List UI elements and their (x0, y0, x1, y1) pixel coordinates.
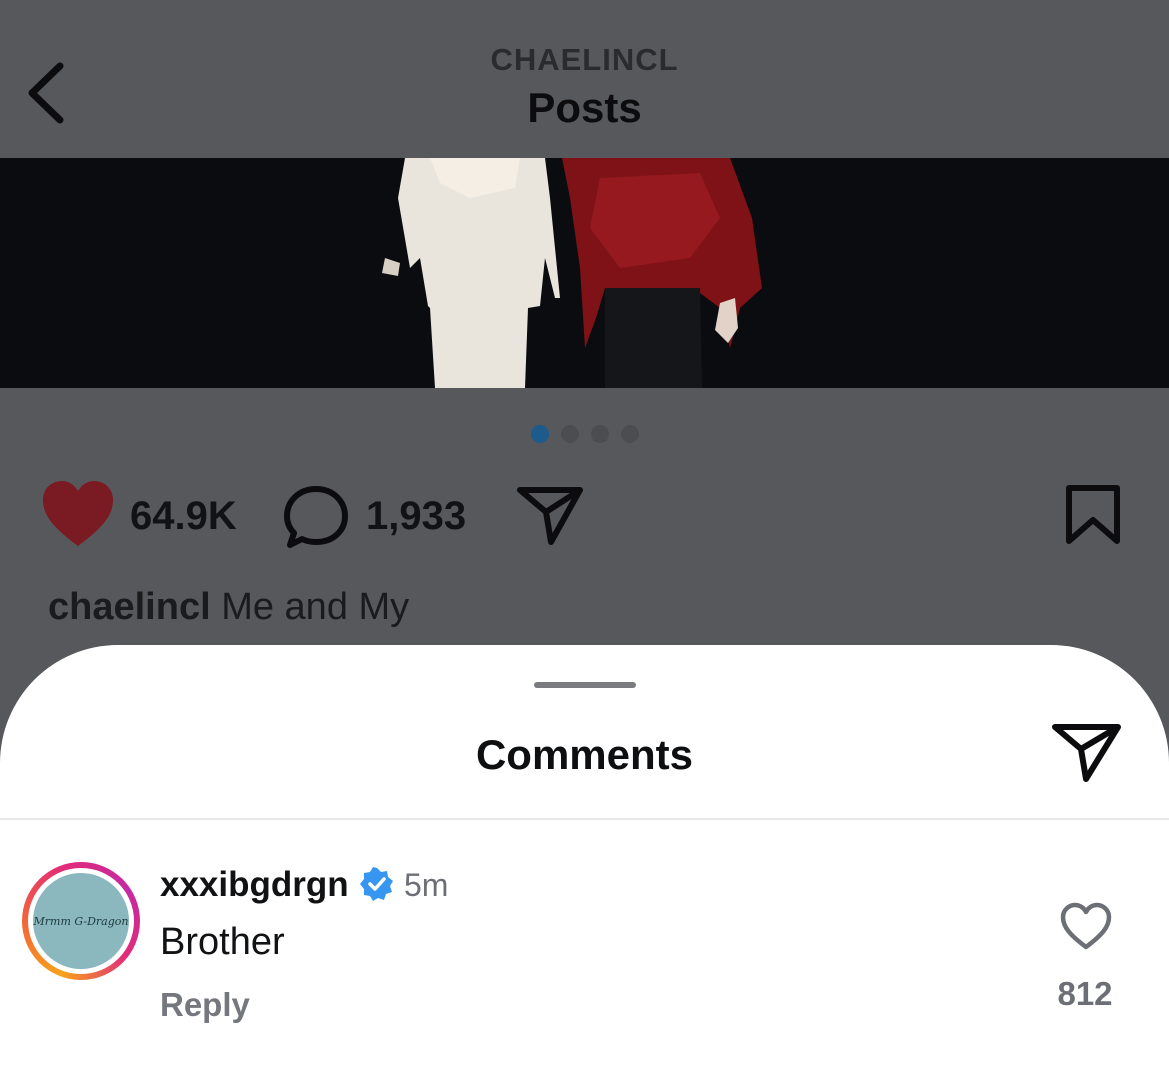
comment-button[interactable] (282, 484, 350, 555)
avatar: Mrmm G-Dragon (33, 873, 129, 969)
carousel-dot[interactable] (621, 425, 639, 443)
post-image[interactable] (0, 158, 1169, 388)
comments-title: Comments (475, 731, 694, 778)
comments-sheet: Comments Mrmm G-Dragon xxxibgdrgn 5m Bro… (0, 645, 1169, 1068)
avatar-logo: Mrmm G-Dragon (33, 915, 128, 928)
comment-like-button[interactable] (1059, 902, 1113, 952)
header: CHAELINCL Posts (0, 0, 1169, 158)
send-icon (517, 487, 583, 545)
comment-username[interactable]: xxxibgdrgn (160, 865, 349, 905)
verified-badge-icon (360, 867, 393, 901)
comment-like-count: 812 (1057, 975, 1113, 1012)
sheet-drag-handle[interactable] (534, 682, 636, 688)
heart-outline-icon (1060, 902, 1112, 950)
bookmark-icon (1066, 485, 1120, 544)
avatar-story-ring[interactable]: Mrmm G-Dragon (22, 862, 140, 980)
heart-filled-icon (43, 481, 113, 546)
share-button[interactable] (516, 484, 586, 553)
reply-button[interactable]: Reply (160, 986, 250, 1024)
post-actions: 64.9K 1,933 (0, 478, 1169, 558)
carousel-dots (531, 425, 639, 443)
caption-username[interactable]: chaelincl (48, 586, 211, 628)
carousel-dot[interactable] (561, 425, 579, 443)
post-caption: chaelincl Me and My (48, 586, 409, 629)
header-username: CHAELINCL (490, 42, 679, 77)
avatar-ring-gap: Mrmm G-Dragon (28, 868, 134, 974)
carousel-dot-active[interactable] (531, 425, 549, 443)
divider (0, 818, 1169, 820)
carousel-dot[interactable] (591, 425, 609, 443)
like-button[interactable] (40, 478, 116, 555)
save-button[interactable] (1064, 484, 1122, 551)
page-title: Posts (527, 84, 642, 131)
post-photo (382, 158, 762, 388)
caption-text: Me and My (221, 586, 410, 628)
comment-item: Mrmm G-Dragon xxxibgdrgn 5m Brother Repl… (0, 845, 1169, 1045)
share-comments-button[interactable] (1050, 721, 1124, 785)
avatar-logo-text: Mrmm G-Dragon (33, 915, 128, 928)
send-icon (1052, 724, 1121, 782)
comment-timestamp: 5m (404, 867, 449, 903)
comment-bubble-icon (284, 486, 348, 548)
comment-text: Brother (160, 921, 285, 963)
like-count[interactable]: 64.9K (130, 494, 237, 539)
comment-count: 1,933 (366, 494, 467, 538)
